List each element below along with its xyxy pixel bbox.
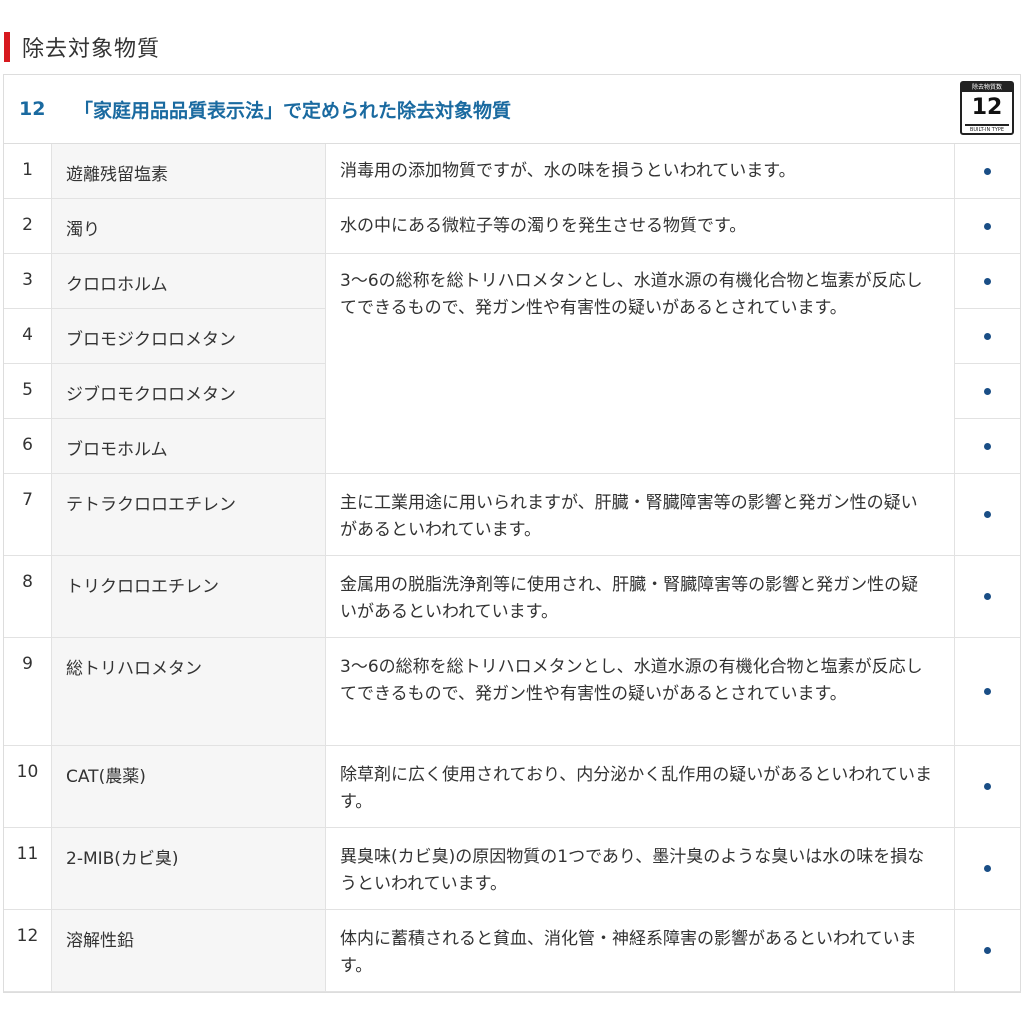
substance-name: CAT(農薬) — [52, 746, 326, 828]
bullet-dot-icon — [984, 865, 991, 872]
substance-name: 2-MIB(カビ臭) — [52, 828, 326, 910]
substance-name: 遊離残留塩素 — [52, 144, 326, 199]
removal-mark — [955, 364, 1020, 419]
row-number: 9 — [4, 638, 52, 746]
section-heading: 除去対象物質 — [0, 30, 160, 64]
row-number: 12 — [4, 910, 52, 992]
removal-mark — [955, 910, 1020, 992]
bullet-dot-icon — [984, 947, 991, 954]
removal-mark — [955, 144, 1020, 199]
removal-mark — [955, 199, 1020, 254]
bullet-dot-icon — [984, 387, 991, 395]
badge-top-label: 除去物質数 — [962, 83, 1012, 92]
substance-name: 溶解性鉛 — [52, 910, 326, 992]
substance-description: 体内に蓄積されると貧血、消化管・神経系障害の影響があるといわれています。 — [326, 910, 955, 992]
table-header: 12 「家庭用品品質表示法」で定められた除去対象物質 除去物質数 12 BUIL… — [4, 75, 1020, 144]
substance-name: 濁り — [52, 199, 326, 254]
substance-name: 総トリハロメタン — [52, 638, 326, 746]
row-number: 4 — [4, 309, 52, 364]
row-number: 10 — [4, 746, 52, 828]
substance-description: 消毒用の添加物質ですが、水の味を損うといわれています。 — [326, 144, 955, 199]
substance-name: ブロモホルム — [52, 419, 326, 474]
removal-mark — [955, 474, 1020, 556]
built-in-type-icon: 除去物質数 12 BUILT-IN TYPE — [960, 81, 1014, 135]
substance-name: ジブロモクロロメタン — [52, 364, 326, 419]
badge-bottom-label: BUILT-IN TYPE — [969, 127, 1005, 133]
table-body: 1 遊離残留塩素 消毒用の添加物質ですが、水の味を損うといわれています。 2 濁… — [4, 144, 1020, 992]
header-title: 「家庭用品品質表示法」で定められた除去対象物質 — [74, 99, 512, 122]
bullet-dot-icon — [984, 332, 991, 340]
row-number: 5 — [4, 364, 52, 419]
substance-description: 異臭味(カビ臭)の原因物質の1つであり、墨汁臭のような臭いは水の味を損なうといわ… — [326, 828, 955, 910]
substance-name: クロロホルム — [52, 254, 326, 309]
header-number: 12 — [19, 98, 46, 120]
substance-description: 3〜6の総称を総トリハロメタンとし、水道水源の有機化合物と塩素が反応してできるも… — [326, 638, 955, 746]
substance-description: 金属用の脱脂洗浄剤等に使用され、肝臓・腎臓障害等の影響と発ガン性の疑いがあるとい… — [326, 556, 955, 638]
substance-description: 除草剤に広く使用されており、内分泌かく乱作用の疑いがあるといわれています。 — [326, 746, 955, 828]
removal-mark — [955, 828, 1020, 910]
substance-name: ブロモジクロロメタン — [52, 309, 326, 364]
section-accent-bar — [4, 32, 10, 62]
removal-mark — [955, 309, 1020, 364]
row-number: 11 — [4, 828, 52, 910]
bullet-dot-icon — [984, 167, 991, 175]
removal-mark — [955, 254, 1020, 309]
bullet-dot-icon — [984, 783, 991, 790]
substance-description-merged: 3〜6の総称を総トリハロメタンとし、水道水源の有機化合物と塩素が反応してできるも… — [326, 254, 955, 474]
substance-name: テトラクロロエチレン — [52, 474, 326, 556]
removal-mark — [955, 638, 1020, 746]
row-number: 2 — [4, 199, 52, 254]
bullet-dot-icon — [984, 688, 991, 695]
removal-mark — [955, 419, 1020, 474]
removal-substances-table: 12 「家庭用品品質表示法」で定められた除去対象物質 除去物質数 12 BUIL… — [3, 74, 1021, 993]
substance-description: 主に工業用途に用いられますが、肝臓・腎臓障害等の影響と発ガン性の疑いがあるといわ… — [326, 474, 955, 556]
row-number: 6 — [4, 419, 52, 474]
removal-mark — [955, 746, 1020, 828]
substance-name: トリクロロエチレン — [52, 556, 326, 638]
bullet-dot-icon — [984, 511, 991, 518]
section-title: 除去対象物質 — [22, 37, 161, 62]
row-number: 7 — [4, 474, 52, 556]
bullet-dot-icon — [984, 593, 991, 600]
row-number: 1 — [4, 144, 52, 199]
bullet-dot-icon — [984, 222, 991, 230]
badge-number: 12 — [965, 92, 1009, 126]
bullet-dot-icon — [984, 277, 991, 285]
removal-mark — [955, 556, 1020, 638]
row-number: 3 — [4, 254, 52, 309]
row-number: 8 — [4, 556, 52, 638]
substance-description: 水の中にある微粒子等の濁りを発生させる物質です。 — [326, 199, 955, 254]
bullet-dot-icon — [984, 442, 991, 450]
